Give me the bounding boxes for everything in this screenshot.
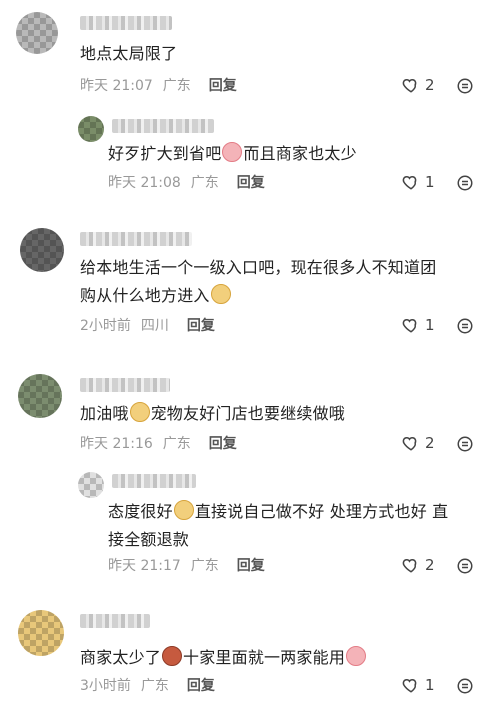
comment-time: 昨天 21:08	[108, 175, 181, 191]
like-button[interactable]: 1	[402, 173, 435, 191]
dog-emoji-icon	[210, 284, 231, 304]
heart-icon	[402, 436, 417, 451]
comment-meta: 昨天 21:07 广东 回复	[80, 76, 237, 96]
heart-icon	[402, 558, 417, 573]
like-button[interactable]: 1	[402, 676, 435, 694]
reply-button[interactable]: 回复	[209, 434, 237, 454]
like-count: 2	[425, 76, 435, 94]
comment-text: 给本地生活一个一级入口吧，现在很多人不知道团 购从什么地方进入	[80, 258, 437, 305]
comment-location: 广东	[162, 436, 191, 452]
comment-location: 广东	[190, 558, 219, 574]
reply-button[interactable]: 回复	[187, 676, 215, 696]
more-options-icon[interactable]	[456, 174, 474, 192]
avatar[interactable]	[78, 472, 104, 498]
heart-icon	[402, 78, 417, 93]
like-count: 2	[425, 434, 435, 452]
comment-location: 广东	[140, 678, 169, 694]
comment-text: 商家太少了 十家里面就一两家能用	[80, 644, 367, 672]
comment-meta: 2小时前 四川 回复	[80, 316, 215, 336]
comment-location: 四川	[140, 318, 169, 334]
like-button[interactable]: 2	[402, 556, 435, 574]
reply-button[interactable]: 回复	[237, 173, 265, 193]
comment-text: 好歹扩大到省吧 而且商家也太少	[108, 142, 357, 163]
like-count: 1	[425, 316, 435, 334]
comment-6: 商家太少了 十家里面就一两家能用 3小时前 广东 回复 1	[0, 606, 500, 712]
comment-meta: 昨天 21:08 广东 回复	[108, 173, 265, 193]
comment-1: 地点太局限了 昨天 21:07 广东 回复 2	[0, 0, 500, 110]
more-options-icon[interactable]	[456, 677, 474, 695]
comment-meta: 昨天 21:17 广东 回复	[108, 556, 265, 576]
girl-emoji-icon	[162, 646, 183, 666]
comment-4: 加油哦 宠物友好门店也要继续做哦 昨天 21:16 广东 回复 2	[0, 368, 500, 463]
comment-3: 给本地生活一个一级入口吧，现在很多人不知道团 购从什么地方进入 2小时前 四川 …	[0, 220, 500, 350]
username-blurred[interactable]	[80, 16, 172, 30]
comment-time: 2小时前	[80, 318, 131, 334]
comment-text: 加油哦 宠物友好门店也要继续做哦	[80, 402, 346, 423]
avatar[interactable]	[18, 374, 62, 418]
like-count: 1	[425, 173, 435, 191]
comment-location: 广东	[190, 175, 219, 191]
more-options-icon[interactable]	[456, 557, 474, 575]
username-blurred[interactable]	[80, 614, 150, 628]
comment-time: 昨天 21:07	[80, 78, 153, 94]
comment-time: 3小时前	[80, 678, 131, 694]
crying-emoji-icon	[222, 142, 243, 162]
comment-text: 地点太局限了	[80, 44, 178, 63]
comment-location: 广东	[162, 78, 191, 94]
comment-time: 昨天 21:16	[80, 436, 153, 452]
heart-icon	[402, 678, 417, 693]
comment-meta: 3小时前 广东 回复	[80, 676, 215, 696]
crying-emoji-icon	[346, 646, 367, 666]
like-count: 2	[425, 556, 435, 574]
avatar[interactable]	[16, 12, 58, 54]
username-blurred[interactable]	[80, 378, 170, 392]
comment-time: 昨天 21:17	[108, 558, 181, 574]
comment-text: 态度很好 直接说自己做不好 处理方式也好 直 接全额退款	[108, 500, 449, 549]
heart-icon	[402, 175, 417, 190]
comment-meta: 昨天 21:16 广东 回复	[80, 434, 237, 454]
dog-emoji-icon	[129, 402, 150, 422]
like-count: 1	[425, 676, 435, 694]
username-blurred[interactable]	[80, 232, 192, 246]
heart-icon	[402, 318, 417, 333]
reply-button[interactable]: 回复	[237, 556, 265, 576]
avatar[interactable]	[18, 610, 64, 656]
more-options-icon[interactable]	[456, 77, 474, 95]
avatar[interactable]	[20, 228, 64, 272]
comment-2-reply: 好歹扩大到省吧 而且商家也太少 昨天 21:08 广东 回复 1	[0, 108, 500, 200]
like-button[interactable]: 1	[402, 316, 435, 334]
username-blurred[interactable]	[112, 474, 196, 488]
reply-button[interactable]: 回复	[209, 76, 237, 96]
like-button[interactable]: 2	[402, 76, 435, 94]
like-button[interactable]: 2	[402, 434, 435, 452]
reply-button[interactable]: 回复	[187, 316, 215, 336]
username-blurred[interactable]	[112, 119, 214, 133]
comment-5-reply: 态度很好 直接说自己做不好 处理方式也好 直 接全额退款 昨天 21:17 广东 …	[0, 468, 500, 588]
dog-emoji-icon	[173, 500, 194, 520]
more-options-icon[interactable]	[456, 317, 474, 335]
avatar[interactable]	[78, 116, 104, 142]
more-options-icon[interactable]	[456, 435, 474, 453]
